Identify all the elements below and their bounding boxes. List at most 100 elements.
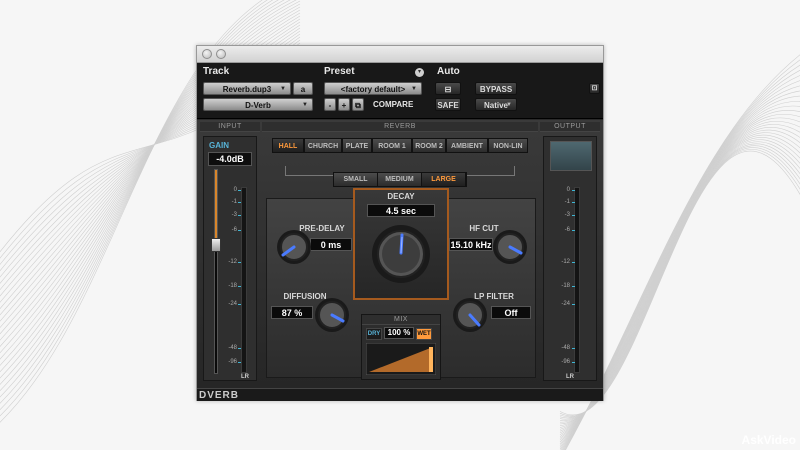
meter-scale-label: 0 [233,187,237,193]
meter-tick [238,348,241,349]
algorithm-tab-ambient[interactable]: AMBIENT [446,138,488,153]
mix-section: MIX DRY 100 % WET [361,314,441,380]
algorithm-tab-hall[interactable]: HALL [272,138,304,153]
meter-tick [238,362,241,363]
settings-icon[interactable]: ⊡ [589,83,600,94]
meter-tick [238,262,241,263]
gain-label: GAIN [209,141,229,150]
channel-selector[interactable]: a [293,82,313,95]
room-size-selector: SMALL MEDIUM LARGE [333,172,467,187]
size-button-small[interactable]: SMALL [334,173,378,186]
askvideo-watermark: AskVideo [741,433,796,447]
native-selector[interactable]: Native ▼ [475,98,517,111]
meter-tick [572,230,575,231]
meter-tick [572,348,575,349]
hfcut-value[interactable]: 15.10 kHz [449,238,493,251]
reverb-header: REVERB [262,122,538,132]
safe-label: SAFE [437,101,459,110]
preset-plus-button[interactable]: + [338,98,350,111]
gain-fader-handle[interactable] [211,237,221,252]
preset-selector[interactable]: <factory default> ▼ [324,82,422,95]
close-window-button[interactable] [202,49,212,59]
output-panel: 0 -1 -3 -6 -12 -18 -24 -48 -96 LR [543,136,597,381]
meter-scale-label: -6 [231,227,237,233]
preset-label: <factory default> [340,85,406,94]
track-name-selector[interactable]: Reverb.dup3 ▼ [203,82,291,95]
plugin-body: INPUT GAIN -4.0dB 0 -1 -3 -6 -12 -18 -24 -48 -96… [197,120,603,388]
plugin-caret-icon: ▼ [302,102,308,108]
decay-knob[interactable] [369,222,433,286]
safe-button[interactable]: SAFE [435,98,461,111]
automation-icon[interactable]: ⊟ [435,82,461,95]
plugin-selector[interactable]: D-Verb ▼ [203,98,313,111]
lpfilter-value[interactable]: Off [491,306,531,319]
footer-bar: DVERB [197,388,603,401]
input-header: INPUT [200,122,260,132]
hfcut-knob[interactable] [491,228,529,266]
track-title: Track [203,66,230,77]
output-lr-label: LR [566,374,574,380]
plugin-label: D-Verb [245,101,271,110]
minimize-window-button[interactable] [216,49,226,59]
input-panel: GAIN -4.0dB 0 -1 -3 -6 -12 -18 -24 -48 -96 LR [203,136,257,381]
diffusion-knob[interactable] [313,296,351,334]
algorithm-tab-room-1[interactable]: ROOM 1 [372,138,412,153]
plugin-header: Track Reverb.dup3 ▼ a D-Verb ▼ Preset ▾ … [197,63,603,119]
diffusion-value[interactable]: 87 % [271,306,313,319]
lpfilter-knob[interactable] [451,296,489,334]
decay-value[interactable]: 4.5 sec [367,204,435,217]
meter-scale-label: -1 [564,199,570,205]
preset-plus-label: + [341,101,347,110]
mix-slider[interactable] [366,343,436,375]
preset-caret-icon: ▼ [411,86,417,92]
channel-label: a [300,85,306,94]
preset-copy-icon[interactable]: ⧉ [352,98,364,111]
compare-button[interactable]: COMPARE [373,100,413,109]
bypass-button[interactable]: BYPASS [475,82,517,95]
mix-header: MIX [362,315,440,325]
auto-title: Auto [437,66,460,77]
input-lr-label: LR [241,374,249,380]
meter-tick [572,262,575,263]
meter-tick [572,190,575,191]
meter-tick [238,202,241,203]
meter-scale-label: -18 [228,283,237,289]
gain-value[interactable]: -4.0dB [208,152,252,166]
meter-scale-label: -48 [228,345,237,351]
meter-scale-label: -24 [228,301,237,307]
meter-scale-label: -24 [561,301,570,307]
meter-scale-label: -96 [228,359,237,365]
native-caret-icon: ▼ [506,102,512,108]
track-name-caret-icon: ▼ [280,86,286,92]
meter-tick [572,215,575,216]
meter-tick [572,362,575,363]
meter-scale-label: 0 [566,187,570,193]
meter-tick [238,304,241,305]
output-clip-indicator[interactable] [550,141,592,171]
algorithm-tab-non-lin[interactable]: NON-LIN [488,138,528,153]
size-button-medium[interactable]: MEDIUM [378,173,422,186]
track-name-label: Reverb.dup3 [222,85,272,94]
gain-fader-fill [215,170,217,239]
predelay-value[interactable]: 0 ms [310,238,352,251]
meter-scale-label: -18 [561,283,570,289]
wet-label[interactable]: WET [416,328,432,340]
algorithm-tab-room-2[interactable]: ROOM 2 [412,138,446,153]
bypass-label: BYPASS [479,85,513,94]
input-meter [241,187,247,373]
preset-minus-button[interactable]: - [324,98,336,111]
dry-label[interactable]: DRY [366,328,382,340]
algorithm-tab-plate[interactable]: PLATE [342,138,372,153]
algorithm-tab-church[interactable]: CHURCH [304,138,342,153]
size-button-large[interactable]: LARGE [422,173,466,186]
decay-section: DECAY 4.5 sec [353,188,449,300]
predelay-knob[interactable] [275,228,313,266]
meter-scale-label: -12 [228,259,237,265]
mix-value[interactable]: 100 % [384,327,414,339]
meter-tick [572,202,575,203]
decay-label: DECAY [387,192,415,201]
meter-tick [572,286,575,287]
meter-scale-label: -48 [561,345,570,351]
preset-title: Preset [324,66,355,77]
preset-menu-icon[interactable]: ▾ [415,68,424,77]
